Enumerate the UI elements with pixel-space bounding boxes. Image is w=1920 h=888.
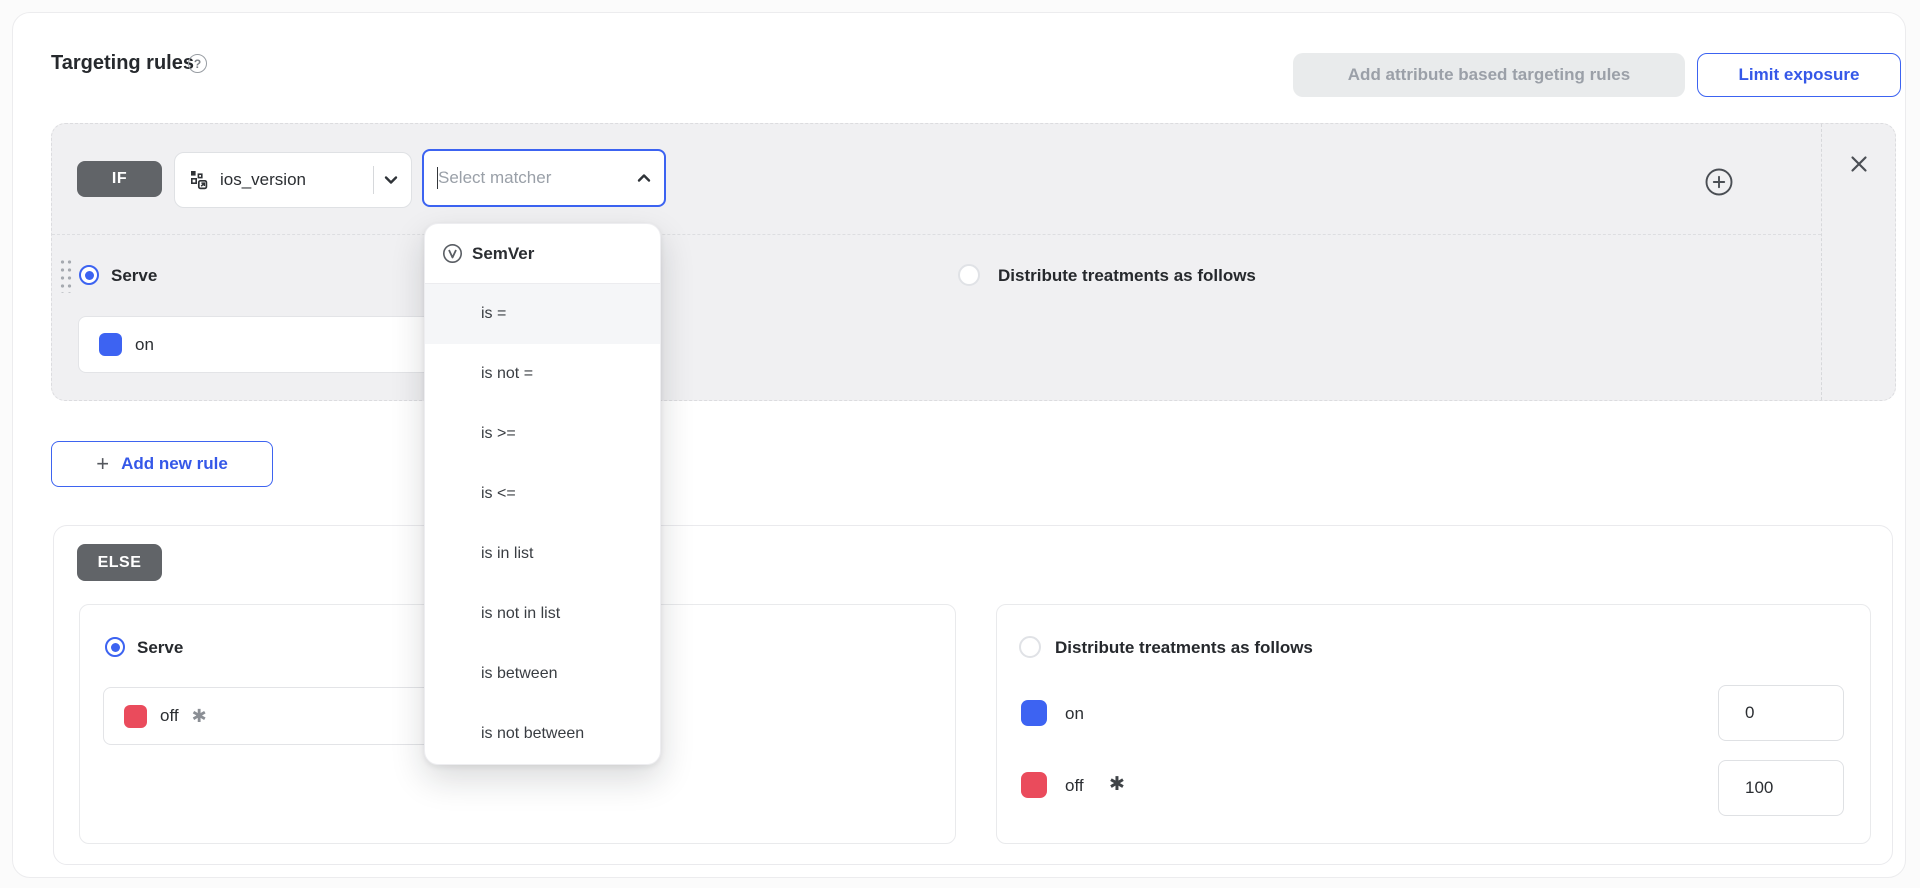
if-badge: IF	[77, 161, 162, 197]
help-icon[interactable]: ?	[188, 54, 207, 73]
help-glyph: ?	[194, 57, 201, 71]
plus-icon: +	[96, 453, 109, 475]
treatment-off-swatch	[124, 705, 147, 728]
serve-radio[interactable]	[79, 265, 99, 285]
matcher-option-is-lte[interactable]: is <=	[425, 464, 660, 524]
distribution-on-percent-input[interactable]	[1718, 685, 1844, 741]
treatment-on-swatch	[1021, 700, 1047, 726]
matcher-group-label: SemVer	[472, 244, 534, 264]
treatment-on-swatch	[99, 333, 122, 356]
limit-exposure-label: Limit exposure	[1739, 65, 1860, 85]
attribute-value: ios_version	[220, 170, 364, 190]
else-badge: ELSE	[77, 544, 162, 581]
else-rule-card: ELSE Serve off ✱ Distribute treatments a…	[53, 525, 1893, 865]
limit-exposure-button[interactable]: Limit exposure	[1697, 53, 1901, 97]
distribution-off-percent-input[interactable]	[1718, 760, 1844, 816]
chevron-up-icon	[636, 170, 652, 186]
plus-circle-icon	[1704, 167, 1734, 197]
treatment-name: on	[135, 335, 154, 355]
treatment-off-swatch	[1021, 772, 1047, 798]
semver-icon	[442, 243, 463, 264]
add-attribute-rules-button[interactable]: Add attribute based targeting rules	[1293, 53, 1685, 97]
matcher-group-header: SemVer	[425, 224, 660, 284]
treatment-name: off	[160, 706, 179, 726]
default-treatment-icon: ✱	[1109, 775, 1125, 795]
distribute-radio[interactable]	[958, 264, 980, 286]
add-new-rule-label: Add new rule	[121, 454, 228, 474]
matcher-select	[422, 149, 666, 207]
matcher-input[interactable]	[438, 168, 636, 188]
matcher-option-is-gte[interactable]: is >=	[425, 404, 660, 464]
remove-rule-button[interactable]	[1849, 154, 1869, 174]
add-new-rule-button[interactable]: + Add new rule	[51, 441, 273, 487]
targeting-rules-panel: Targeting rules ? Add attribute based ta…	[12, 12, 1906, 878]
add-condition-button[interactable]	[1704, 167, 1734, 197]
matcher-option-is-not-between[interactable]: is not between	[425, 704, 660, 764]
attribute-icon	[189, 169, 211, 191]
distribution-row-name: on	[1065, 704, 1084, 724]
else-distribute-radio[interactable]	[1019, 636, 1041, 658]
drag-handle[interactable]	[58, 257, 72, 293]
default-treatment-icon: ✱	[192, 707, 207, 725]
distribute-label: Distribute treatments as follows	[998, 266, 1256, 286]
matcher-option-is-in-list[interactable]: is in list	[425, 524, 660, 584]
matcher-option-is-between[interactable]: is between	[425, 644, 660, 704]
attribute-divider	[373, 166, 374, 194]
else-distribute-card: Distribute treatments as follows on off …	[996, 604, 1871, 844]
else-distribute-label: Distribute treatments as follows	[1055, 638, 1313, 658]
if-rule-card: IF ios_version	[51, 123, 1896, 401]
page-title: Targeting rules	[51, 51, 194, 75]
rule-vertical-divider	[1821, 124, 1822, 400]
matcher-option-is-not-eq[interactable]: is not =	[425, 344, 660, 404]
distribution-row-name: off	[1065, 776, 1084, 796]
serve-label: Serve	[111, 266, 157, 286]
else-serve-label: Serve	[137, 638, 183, 658]
matcher-dropdown: SemVer is = is not = is >= is <= is in l…	[424, 223, 661, 765]
add-attribute-rules-label: Add attribute based targeting rules	[1348, 65, 1630, 85]
close-icon	[1849, 154, 1869, 174]
attribute-select[interactable]: ios_version	[174, 152, 412, 208]
else-serve-radio[interactable]	[105, 637, 125, 657]
chevron-down-icon	[383, 172, 399, 188]
rule-horizontal-divider	[52, 234, 1821, 235]
matcher-option-is-not-in-list[interactable]: is not in list	[425, 584, 660, 644]
matcher-option-is-eq[interactable]: is =	[425, 284, 660, 344]
